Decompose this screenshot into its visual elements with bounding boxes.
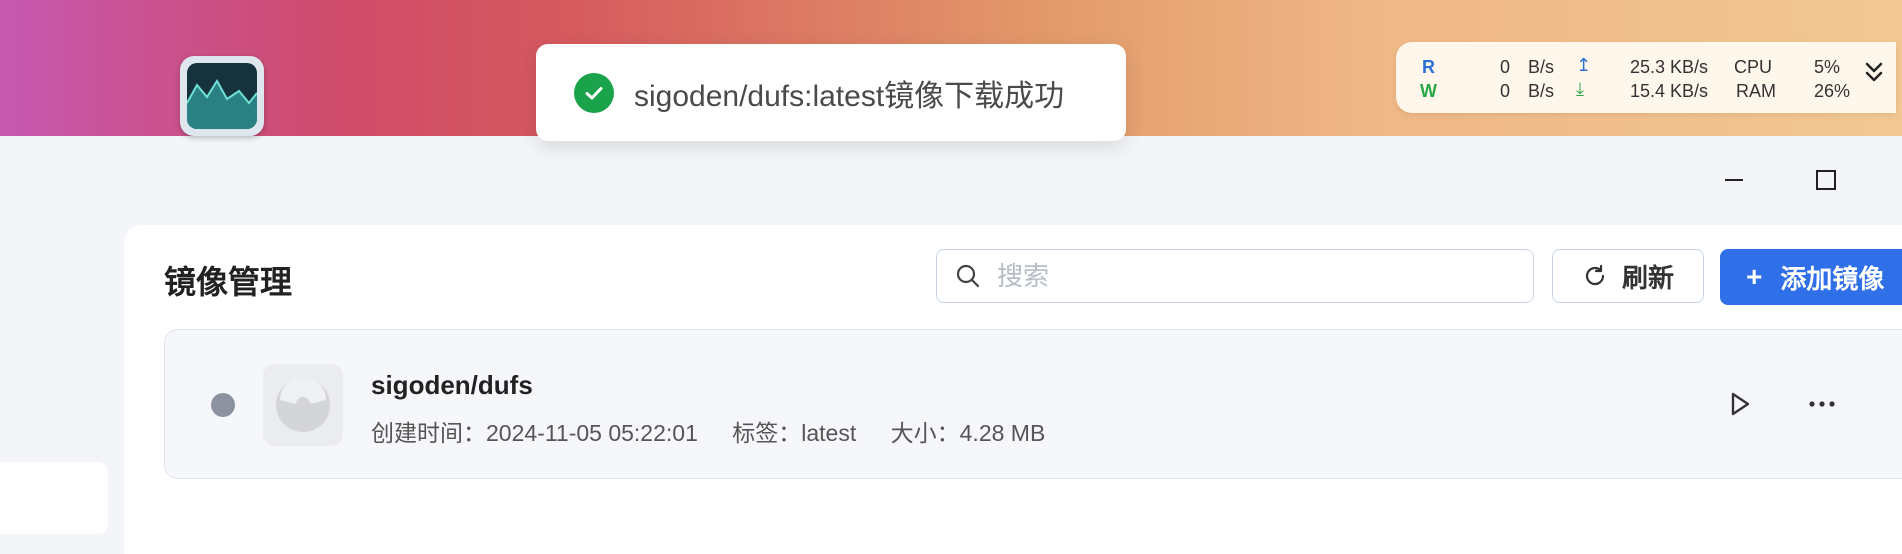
success-toast: sigoden/dufs:latest镜像下载成功 bbox=[536, 44, 1126, 141]
chart-icon bbox=[187, 63, 257, 129]
download-rate: 15.4 KB/s bbox=[1630, 81, 1709, 101]
refresh-button[interactable]: 刷新 bbox=[1552, 249, 1704, 303]
resource-monitor-app-icon[interactable] bbox=[180, 56, 264, 136]
minimize-button[interactable] bbox=[1714, 160, 1754, 200]
background-card bbox=[0, 462, 108, 534]
add-image-button[interactable]: + 添加镜像 bbox=[1720, 249, 1902, 305]
system-monitor-widget[interactable]: R W 0 B/s 0 B/s ↥ ⤓ 25.3 KB/s 15.4 KB/s … bbox=[1396, 42, 1896, 113]
write-rate: 0 bbox=[1500, 81, 1511, 101]
read-unit: B/s bbox=[1528, 57, 1555, 77]
ram-label: RAM bbox=[1736, 81, 1776, 101]
more-options-button[interactable] bbox=[1805, 388, 1839, 425]
image-tag: 标签：latest bbox=[732, 420, 857, 446]
cpu-value: 5% bbox=[1814, 57, 1841, 77]
write-label: W bbox=[1420, 81, 1437, 101]
image-created: 创建时间：2024-11-05 05:22:01 bbox=[371, 420, 698, 446]
run-button[interactable] bbox=[1725, 388, 1755, 425]
add-image-label: 添加镜像 bbox=[1780, 263, 1885, 294]
check-circle-icon bbox=[574, 72, 614, 113]
maximize-icon bbox=[1816, 170, 1836, 190]
search-icon bbox=[956, 264, 980, 288]
image-list-item[interactable]: sigoden/dufs 创建时间：2024-11-05 05:22:01 标签… bbox=[164, 329, 1902, 479]
read-label: R bbox=[1422, 57, 1435, 77]
upload-icon: ↥ bbox=[1576, 55, 1592, 75]
image-meta: 创建时间：2024-11-05 05:22:01 标签：latest 大小：4.… bbox=[371, 414, 1073, 448]
upload-rate: 25.3 KB/s bbox=[1630, 57, 1709, 77]
page-title: 镜像管理 bbox=[164, 264, 293, 300]
toast-message: sigoden/dufs:latest镜像下载成功 bbox=[634, 79, 1065, 113]
minimize-icon bbox=[1725, 179, 1743, 181]
more-icon bbox=[1809, 401, 1835, 407]
read-rate: 0 bbox=[1500, 57, 1511, 77]
image-management-panel: 镜像管理 刷新 + 添加镜像 sigoden/dufs 创建时间：2024-1 bbox=[124, 225, 1902, 554]
cpu-label: CPU bbox=[1734, 57, 1773, 77]
refresh-label: 刷新 bbox=[1621, 262, 1674, 293]
status-indicator bbox=[211, 393, 235, 417]
search-input[interactable] bbox=[995, 259, 1499, 293]
play-icon bbox=[1731, 392, 1750, 416]
write-unit: B/s bbox=[1528, 81, 1555, 101]
double-chevron-down-icon[interactable] bbox=[1864, 60, 1884, 91]
plus-icon: + bbox=[1746, 261, 1763, 292]
image-name: sigoden/dufs bbox=[371, 370, 533, 400]
download-icon: ⤓ bbox=[1576, 79, 1584, 99]
refresh-icon bbox=[1585, 264, 1605, 286]
disc-icon bbox=[263, 364, 343, 446]
search-box[interactable] bbox=[936, 249, 1534, 303]
image-size: 大小：4.28 MB bbox=[890, 420, 1046, 446]
maximize-button[interactable] bbox=[1806, 160, 1846, 200]
ram-value: 26% bbox=[1814, 81, 1851, 101]
